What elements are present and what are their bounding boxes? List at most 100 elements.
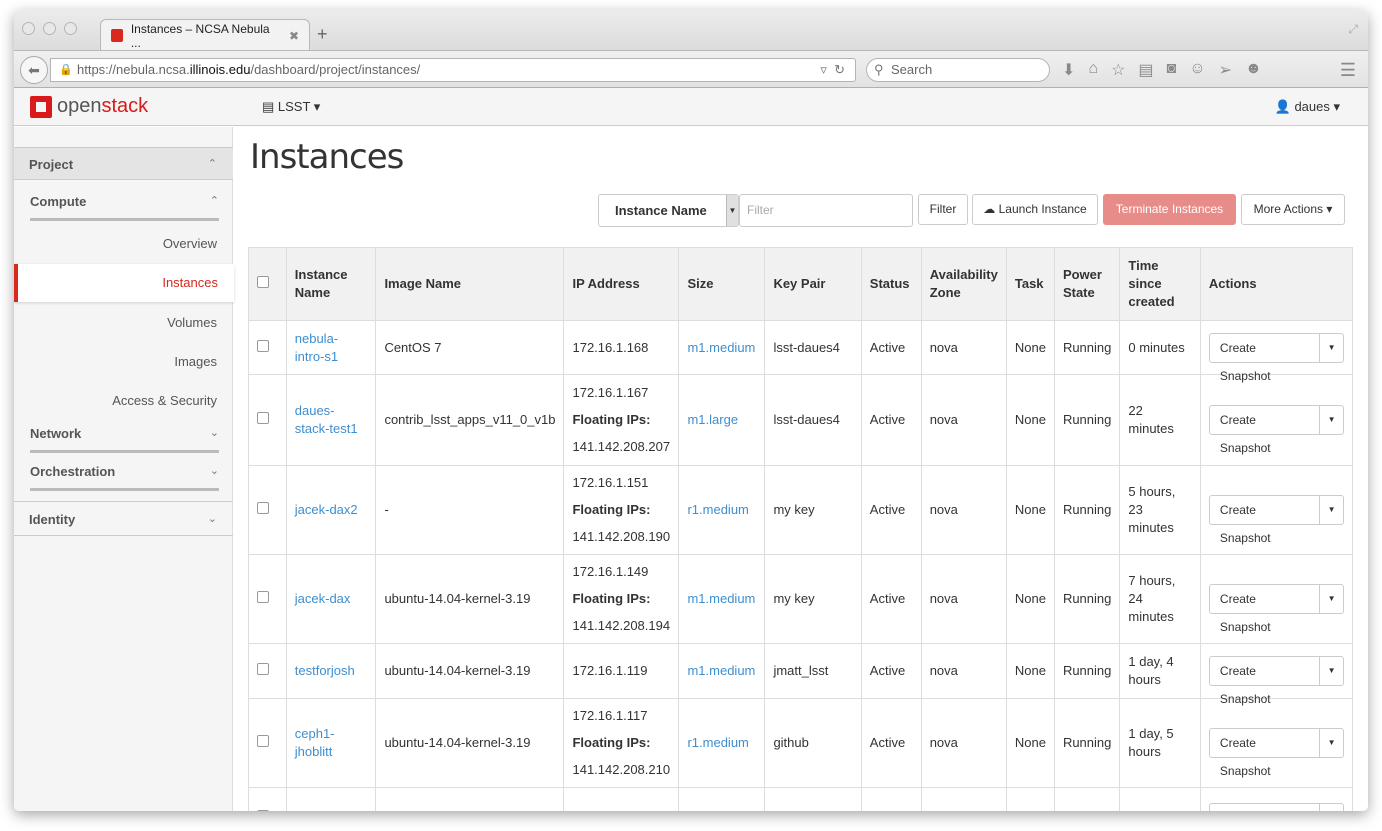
create-snapshot-button[interactable]: Create Snapshot: [1210, 334, 1319, 383]
row-actions-dropdown-icon[interactable]: ▼: [1319, 406, 1343, 434]
create-snapshot-split-button: Create Snapshot▼: [1208, 332, 1344, 383]
table-row: nebula-intro-s1 CentOS 7 172.16.1.168 m1…: [248, 320, 1354, 383]
row-actions-dropdown-icon[interactable]: ▼: [1319, 496, 1343, 524]
instance-name-cell: testforjosh: [285, 643, 377, 699]
status: Active: [860, 465, 922, 555]
chat-icon[interactable]: ☻: [1245, 60, 1262, 80]
flavor-link[interactable]: m1.large: [687, 412, 738, 427]
row-checkbox[interactable]: [257, 735, 269, 747]
flavor-link[interactable]: r1.medium: [687, 735, 748, 750]
sidebar-network[interactable]: Network ⌄: [30, 419, 219, 453]
create-snapshot-button[interactable]: Create Snapshot: [1210, 657, 1319, 706]
row-checkbox[interactable]: [257, 339, 269, 352]
window-controls[interactable]: [22, 22, 77, 35]
instance-name-link[interactable]: daues-stack-test1: [295, 403, 358, 436]
download-icon[interactable]: ⬇: [1062, 60, 1075, 80]
reload-icon[interactable]: ▿ ↻: [820, 59, 845, 81]
sidebar-item-images[interactable]: Images: [14, 343, 233, 381]
instance-name-link[interactable]: jacek-dax: [295, 591, 351, 606]
create-snapshot-button[interactable]: Create Snapshot: [1210, 496, 1319, 545]
sidebar-compute-label: Compute: [30, 194, 87, 209]
sidebar-item-instances[interactable]: Instances: [14, 264, 234, 302]
reading-list-icon[interactable]: ▤: [1138, 60, 1153, 80]
flavor-link[interactable]: m1.medium: [687, 663, 755, 678]
row-checkbox[interactable]: [257, 809, 269, 811]
back-button[interactable]: ⬅: [20, 56, 48, 84]
row-actions-dropdown-icon[interactable]: ▼: [1319, 333, 1343, 362]
hamburger-menu-icon[interactable]: ☰: [1340, 60, 1356, 81]
size-cell: m1.large: [678, 374, 766, 466]
more-actions-button[interactable]: More Actions ▾: [1241, 194, 1345, 225]
url-bar[interactable]: 🔒 https://nebula.ncsa.illinois.edu/dashbo…: [50, 58, 856, 82]
row-checkbox[interactable]: [257, 412, 269, 424]
actions-cell: Create Snapshot▼: [1199, 643, 1354, 706]
select-all-checkbox[interactable]: [257, 276, 269, 288]
image-name: ubuntu-14.04-kernel-3.19: [375, 698, 565, 788]
ip-cell: 172.16.1.168: [563, 320, 680, 375]
home-icon[interactable]: ⌂: [1088, 60, 1098, 80]
flavor-link[interactable]: m1.medium: [687, 810, 755, 812]
star-icon[interactable]: ☆: [1111, 60, 1125, 80]
sidebar-item-access-security[interactable]: Access & Security: [14, 382, 233, 420]
user-dropdown[interactable]: 👤 daues ▾: [1275, 99, 1340, 115]
filter-button[interactable]: Filter: [918, 194, 968, 225]
column-header: Image Name: [375, 247, 565, 321]
search-input[interactable]: ⚲ Search: [866, 58, 1050, 82]
size-cell: r1.medium: [678, 465, 766, 555]
select-all-header: [248, 247, 287, 321]
sidebar-project[interactable]: Project ⌃: [14, 147, 233, 180]
filter-input[interactable]: Filter: [739, 194, 913, 227]
openstack-logo[interactable]: openstack: [30, 95, 148, 118]
sidebar-identity[interactable]: Identity ⌄: [14, 501, 233, 536]
create-snapshot-button[interactable]: Create Snapshot: [1210, 406, 1319, 455]
ip-cell: 172.16.1.117 Floating IPs: 141.142.208.210: [563, 698, 680, 788]
create-snapshot-button[interactable]: Create Snapshot: [1210, 585, 1319, 634]
flavor-link[interactable]: r1.medium: [687, 502, 748, 517]
monkey-icon[interactable]: ☺: [1189, 60, 1205, 80]
project-dropdown[interactable]: ▤ LSST ▾: [262, 99, 320, 115]
chevron-down-icon: ⌄: [209, 427, 219, 439]
instance-name-link[interactable]: testforjosh: [295, 663, 355, 678]
sidebar-orchestration[interactable]: Orchestration ⌄: [30, 457, 219, 491]
row-checkbox[interactable]: [257, 663, 269, 675]
close-window-button[interactable]: [22, 22, 35, 35]
terminate-instances-button[interactable]: Terminate Instances: [1103, 194, 1236, 225]
row-actions-dropdown-icon[interactable]: ▼: [1319, 585, 1343, 613]
filter-field-select[interactable]: Instance Name ▼: [598, 194, 739, 227]
task: None: [1005, 698, 1055, 788]
create-snapshot-button[interactable]: Create Snapshot: [1210, 804, 1319, 812]
sidebar-compute[interactable]: Compute ⌃: [30, 187, 219, 221]
fullscreen-icon[interactable]: ⤢: [1348, 22, 1358, 37]
instance-name-cell: nebula-intro-s1: [285, 320, 377, 375]
cloud-upload-icon: ☁: [983, 202, 999, 216]
close-tab-icon[interactable]: ✖: [289, 29, 299, 43]
browser-tab[interactable]: Instances – NCSA Nebula ... ✖: [100, 19, 310, 51]
send-icon[interactable]: ➢: [1219, 60, 1232, 80]
pocket-icon[interactable]: ◙: [1167, 60, 1177, 80]
key-pair: jmatt_lsst: [764, 643, 862, 699]
row-select: [248, 320, 287, 375]
instance-name-cell: daues-stack-test1: [285, 374, 377, 466]
instance-name-link[interactable]: nebula-intro-s1: [295, 331, 338, 364]
flavor-link[interactable]: m1.medium: [687, 591, 755, 606]
url-path: /dashboard/project/instances/: [250, 62, 421, 77]
zoom-button[interactable]: [64, 22, 77, 35]
row-checkbox[interactable]: [257, 502, 269, 514]
sidebar-item-volumes[interactable]: Volumes: [14, 304, 233, 342]
row-actions-dropdown-icon[interactable]: ▼: [1319, 657, 1343, 685]
openstack-favicon-icon: [111, 29, 123, 42]
minimize-button[interactable]: [43, 22, 56, 35]
instance-name-link[interactable]: jacek-dax2: [295, 502, 358, 517]
task: None: [1005, 643, 1055, 699]
sidebar-item-overview[interactable]: Overview: [14, 225, 233, 263]
instance-name-link[interactable]: ceph1-jhoblitt: [295, 726, 335, 759]
create-snapshot-button[interactable]: Create Snapshot: [1210, 729, 1319, 778]
row-checkbox[interactable]: [257, 591, 269, 603]
flavor-link[interactable]: m1.medium: [687, 340, 755, 355]
instance-name-link[interactable]: snowflake: [295, 810, 353, 812]
launch-instance-button[interactable]: ☁ Launch Instance: [972, 194, 1098, 225]
row-actions-dropdown-icon[interactable]: ▼: [1319, 729, 1343, 757]
row-actions-dropdown-icon[interactable]: ▼: [1319, 803, 1343, 811]
sidebar: Project ⌃ Compute ⌃ Overview Instances Vol…: [14, 127, 234, 811]
new-tab-button[interactable]: +: [317, 24, 328, 45]
